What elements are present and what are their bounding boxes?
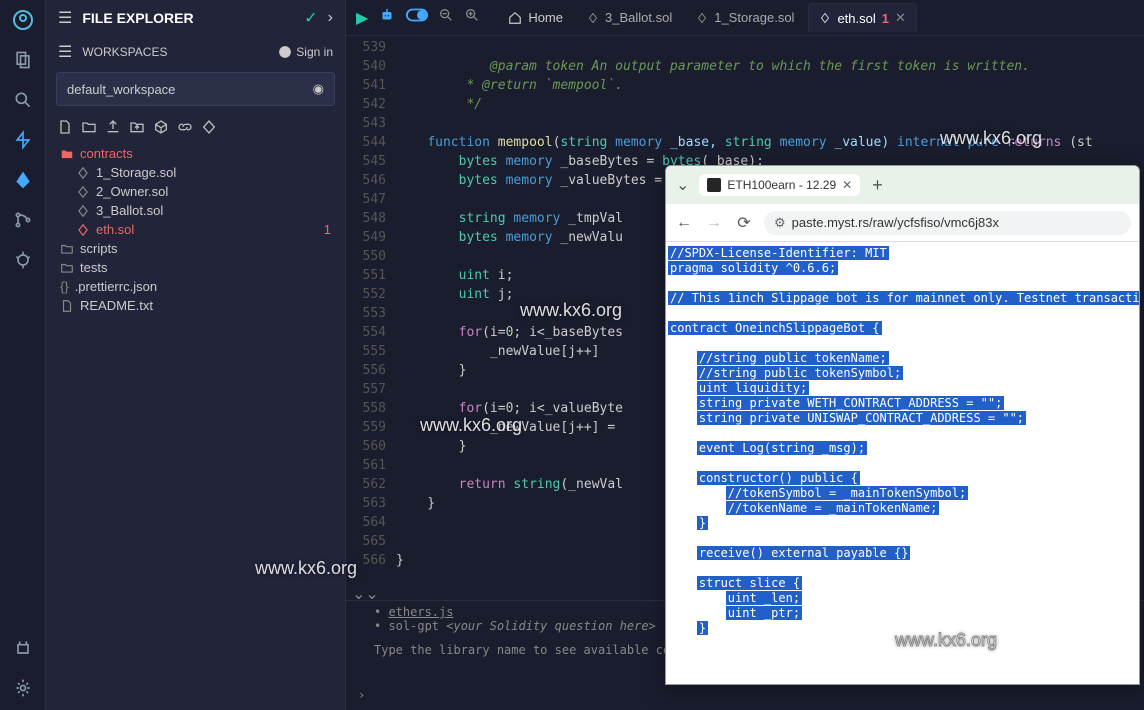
tab-home[interactable]: Home [498,4,573,31]
activity-bar [0,0,46,710]
dirty-badge: 1 [324,222,331,237]
chevron-right-icon[interactable]: › [328,9,333,27]
file-ballot[interactable]: 3_Ballot.sol [56,201,335,220]
address-bar[interactable]: ⚙ paste.myst.rs/raw/ycfsfiso/vmc6j83x [764,211,1131,235]
search-icon[interactable] [11,88,35,112]
new-folder-icon[interactable] [80,118,98,136]
git-icon[interactable] [11,208,35,232]
file-owner[interactable]: 2_Owner.sol [56,182,335,201]
chevron-down-icon[interactable]: ⌄⌄ [352,584,379,604]
check-icon[interactable]: ✓ [304,8,317,28]
file-prettierrc[interactable]: {} .prettierrc.json [56,277,335,296]
play-icon[interactable]: ▶ [356,8,368,28]
files-icon[interactable] [11,48,35,72]
toggle-icon[interactable] [406,8,428,27]
favicon-icon [707,178,721,192]
hamburger-icon[interactable]: ☰ [58,42,72,62]
settings-icon[interactable] [11,676,35,700]
compile-icon[interactable] [11,128,35,152]
explorer-title: FILE EXPLORER [82,10,294,26]
line-gutter: 5395405415425435445455465475485495505515… [346,36,396,600]
file-toolbar [46,110,345,144]
tab-storage[interactable]: 1_Storage.sol [686,4,804,31]
back-icon[interactable]: ← [674,214,694,232]
file-storage[interactable]: 1_Storage.sol [56,163,335,182]
dropdown-icon: ◉ [313,81,324,97]
signin-link[interactable]: Sign in [278,45,333,59]
reload-icon[interactable]: ⟳ [734,213,754,233]
logo-icon[interactable] [11,8,35,32]
browser-expand-icon[interactable]: ⌄ [672,175,693,195]
robot-icon[interactable] [378,6,396,29]
folder-scripts[interactable]: scripts [56,239,335,258]
zoom-out-icon[interactable] [438,7,454,28]
folder-contracts[interactable]: contracts [56,144,335,163]
upload-icon[interactable] [104,118,122,136]
tab-eth[interactable]: eth.sol 1 ✕ [808,3,916,32]
browser-content[interactable]: //SPDX-License-Identifier: MITpragma sol… [666,242,1139,684]
link-icon[interactable] [176,118,194,136]
menu-icon[interactable]: ☰ [58,8,72,28]
workspaces-label: WORKSPACES [82,45,268,59]
diamond-icon[interactable] [200,118,218,136]
tab-ballot[interactable]: 3_Ballot.sol [577,4,682,31]
browser-tab[interactable]: ETH100earn - 12.29 ✕ [699,174,860,196]
file-tree: contracts 1_Storage.sol 2_Owner.sol 3_Ba… [46,144,345,315]
cube-icon[interactable] [152,118,170,136]
deploy-icon[interactable] [11,168,35,192]
debug-icon[interactable] [11,248,35,272]
file-explorer-panel: ☰ FILE EXPLORER ✓ › ☰ WORKSPACES Sign in… [46,0,346,710]
dirty-indicator: 1 [882,11,889,26]
plugin-icon[interactable] [11,636,35,660]
site-info-icon[interactable]: ⚙ [774,215,786,231]
folder-tests[interactable]: tests [56,258,335,277]
terminal-prompt-icon: › [358,688,365,702]
upload-folder-icon[interactable] [128,118,146,136]
tab-close-icon[interactable]: ✕ [842,178,852,192]
forward-icon[interactable]: → [704,214,724,232]
new-tab-icon[interactable]: + [866,175,889,196]
file-readme[interactable]: README.txt [56,296,335,315]
workspace-selector[interactable]: default_workspace ◉ [56,72,335,106]
browser-window[interactable]: ⌄ ETH100earn - 12.29 ✕ + ← → ⟳ ⚙ paste.m… [665,165,1140,685]
close-icon[interactable]: ✕ [895,10,906,26]
new-file-icon[interactable] [56,118,74,136]
zoom-in-icon[interactable] [464,7,480,28]
file-eth[interactable]: eth.sol 1 [56,220,335,239]
